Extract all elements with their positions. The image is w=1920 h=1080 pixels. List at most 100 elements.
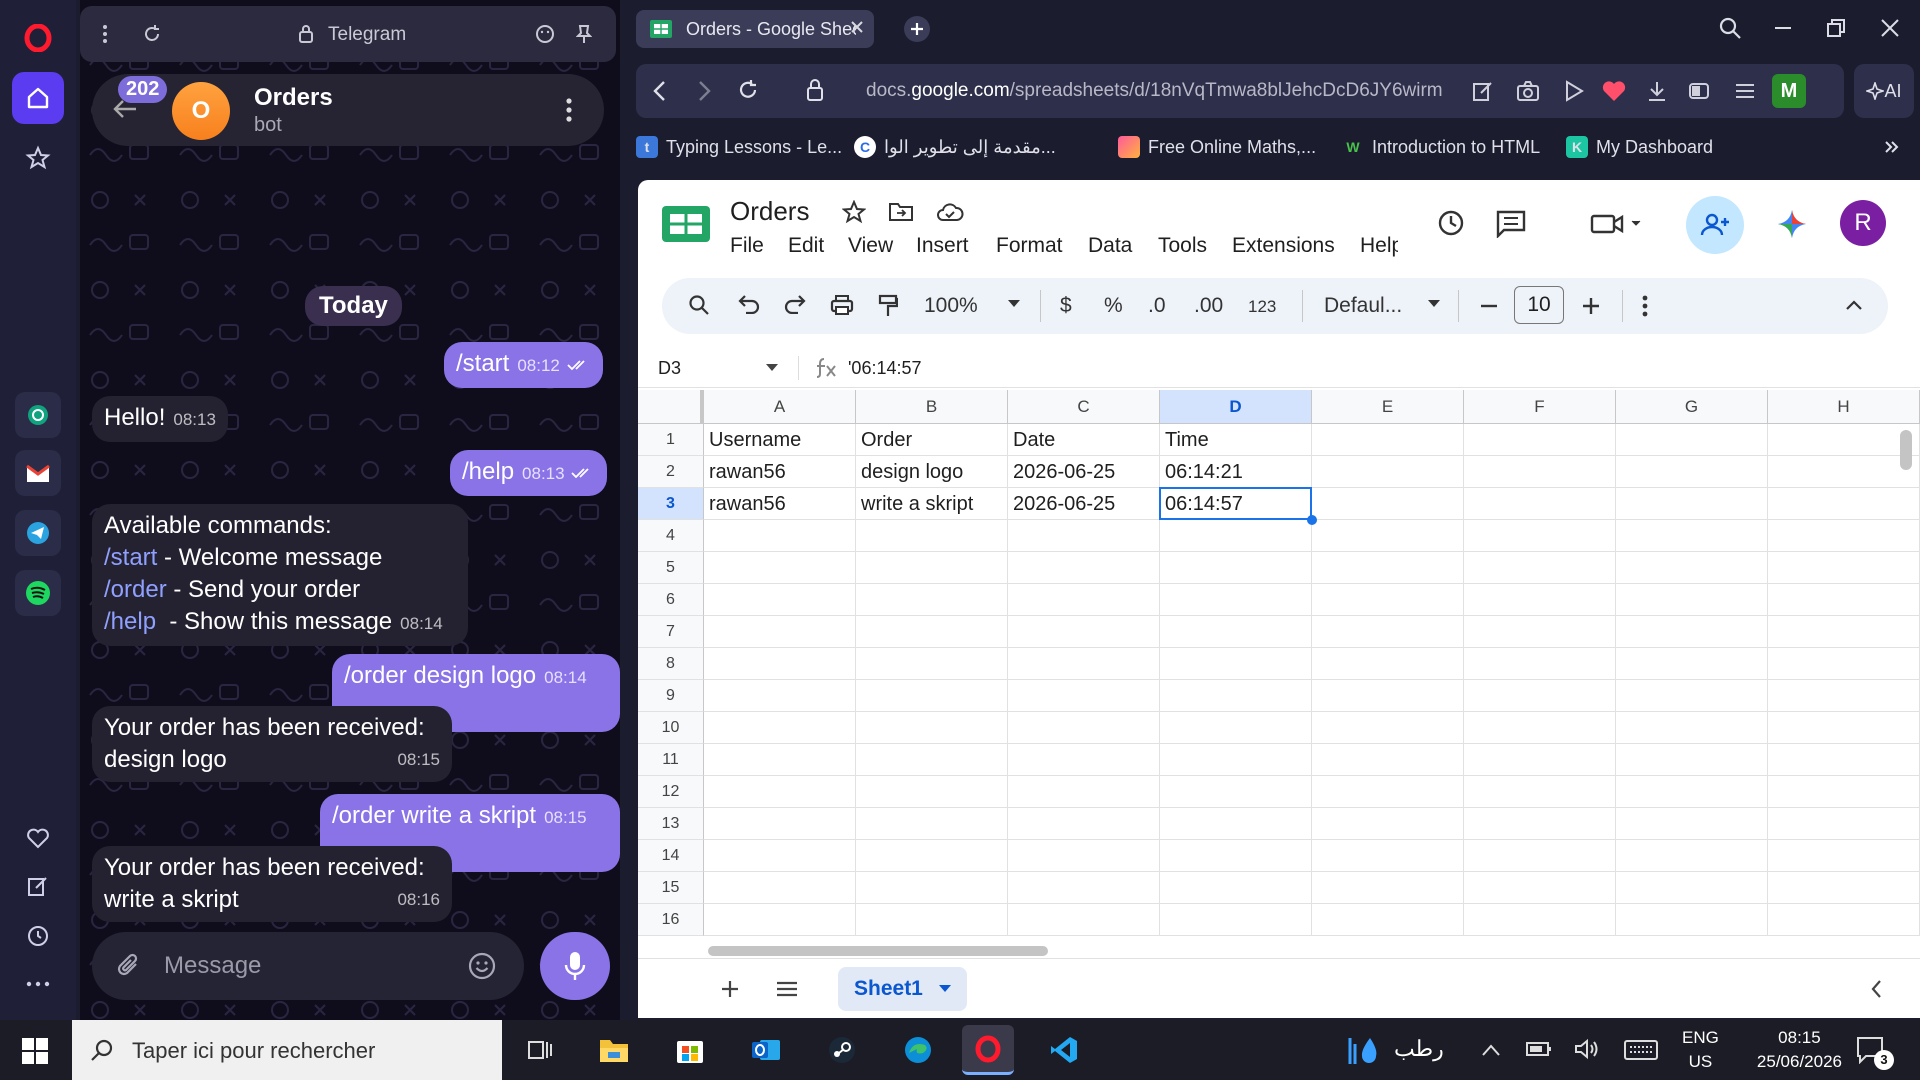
row-header[interactable]: 13 bbox=[638, 808, 704, 840]
cell-b6[interactable] bbox=[856, 584, 1008, 616]
row-header[interactable]: 14 bbox=[638, 840, 704, 872]
cell-b14[interactable] bbox=[856, 840, 1008, 872]
comments-icon[interactable] bbox=[1496, 210, 1526, 238]
vertical-scrollbar[interactable] bbox=[1900, 430, 1912, 470]
row-header[interactable]: 4 bbox=[638, 520, 704, 552]
cell-f5[interactable] bbox=[1464, 552, 1616, 584]
download-icon[interactable] bbox=[1646, 80, 1668, 102]
font-dropdown-icon[interactable] bbox=[1428, 300, 1440, 308]
menu-format[interactable]: Format bbox=[996, 234, 1063, 258]
avatar[interactable]: O bbox=[172, 82, 230, 140]
message-outgoing[interactable]: /help 08:13 bbox=[450, 450, 608, 496]
cell-d16[interactable] bbox=[1160, 904, 1312, 936]
attach-icon[interactable] bbox=[116, 952, 142, 980]
row-header[interactable]: 3 bbox=[638, 488, 704, 520]
forward-icon[interactable] bbox=[698, 80, 712, 102]
play-icon[interactable] bbox=[1564, 80, 1584, 102]
column-header-f[interactable]: F bbox=[1464, 390, 1616, 424]
cell-c15[interactable] bbox=[1008, 872, 1160, 904]
cell-d7[interactable] bbox=[1160, 616, 1312, 648]
cell-f12[interactable] bbox=[1464, 776, 1616, 808]
cell-e2[interactable] bbox=[1312, 456, 1464, 488]
cell-c14[interactable] bbox=[1008, 840, 1160, 872]
cell-a3[interactable]: rawan56 bbox=[704, 488, 856, 520]
hidden-icons-chevron-icon[interactable] bbox=[1482, 1044, 1500, 1056]
url-text[interactable]: docs.google.com/spreadsheets/d/18nVqTmwa… bbox=[866, 80, 1443, 102]
cell-g4[interactable] bbox=[1616, 520, 1768, 552]
cell-h6[interactable] bbox=[1768, 584, 1920, 616]
close-window-icon[interactable] bbox=[1880, 18, 1900, 38]
cell-h12[interactable] bbox=[1768, 776, 1920, 808]
cell-a14[interactable] bbox=[704, 840, 856, 872]
menu-data[interactable]: Data bbox=[1088, 234, 1132, 258]
cell-h7[interactable] bbox=[1768, 616, 1920, 648]
cell-c2[interactable]: 2026-06-25 bbox=[1008, 456, 1160, 488]
cell-e12[interactable] bbox=[1312, 776, 1464, 808]
search-menus-icon[interactable] bbox=[688, 294, 710, 316]
cell-a6[interactable] bbox=[704, 584, 856, 616]
cell-f10[interactable] bbox=[1464, 712, 1616, 744]
cell-a12[interactable] bbox=[704, 776, 856, 808]
new-tab-icon[interactable] bbox=[904, 16, 930, 42]
cell-a5[interactable] bbox=[704, 552, 856, 584]
cell-h9[interactable] bbox=[1768, 680, 1920, 712]
cell-g16[interactable] bbox=[1616, 904, 1768, 936]
heart-icon[interactable] bbox=[12, 812, 64, 864]
cell-f2[interactable] bbox=[1464, 456, 1616, 488]
menu-file[interactable]: File bbox=[730, 234, 764, 258]
cell-g13[interactable] bbox=[1616, 808, 1768, 840]
gemini-icon[interactable] bbox=[1776, 208, 1808, 240]
emoji-status-icon[interactable] bbox=[535, 24, 555, 44]
menu-view[interactable]: View bbox=[848, 234, 893, 258]
opera-taskbar-icon[interactable] bbox=[962, 1025, 1014, 1075]
version-history-icon[interactable] bbox=[1436, 208, 1466, 238]
column-header-e[interactable]: E bbox=[1312, 390, 1464, 424]
cell-c16[interactable] bbox=[1008, 904, 1160, 936]
move-folder-icon[interactable] bbox=[888, 202, 914, 222]
cell-h10[interactable] bbox=[1768, 712, 1920, 744]
cell-e3[interactable] bbox=[1312, 488, 1464, 520]
name-box-dropdown-icon[interactable] bbox=[766, 364, 778, 372]
battery-icon[interactable] bbox=[1526, 1040, 1552, 1058]
cell-g6[interactable] bbox=[1616, 584, 1768, 616]
cell-c6[interactable] bbox=[1008, 584, 1160, 616]
chat-header[interactable]: 202 O Orders bot bbox=[92, 74, 604, 146]
row-header[interactable]: 6 bbox=[638, 584, 704, 616]
cell-g8[interactable] bbox=[1616, 648, 1768, 680]
cell-a15[interactable] bbox=[704, 872, 856, 904]
cell-c4[interactable] bbox=[1008, 520, 1160, 552]
bookmark-item[interactable]: K My Dashboard bbox=[1566, 136, 1713, 158]
voice-record-button[interactable] bbox=[540, 932, 610, 1000]
font-size-input[interactable]: 10 bbox=[1514, 286, 1564, 324]
cell-f14[interactable] bbox=[1464, 840, 1616, 872]
cell-d11[interactable] bbox=[1160, 744, 1312, 776]
minimize-icon[interactable] bbox=[1774, 26, 1792, 30]
cell-c7[interactable] bbox=[1008, 616, 1160, 648]
message-incoming[interactable]: Hello! 08:13 bbox=[92, 396, 228, 442]
row-header[interactable]: 12 bbox=[638, 776, 704, 808]
restore-icon[interactable] bbox=[1826, 18, 1846, 38]
row-header[interactable]: 8 bbox=[638, 648, 704, 680]
sheets-logo-icon[interactable] bbox=[662, 206, 710, 242]
favorite-heart-icon[interactable] bbox=[1602, 80, 1626, 102]
cell-a9[interactable] bbox=[704, 680, 856, 712]
cell-g11[interactable] bbox=[1616, 744, 1768, 776]
more-tools-icon[interactable] bbox=[1642, 295, 1648, 317]
menu-help[interactable]: Help bbox=[1360, 234, 1398, 258]
row-header[interactable]: 5 bbox=[638, 552, 704, 584]
name-box[interactable]: D3 bbox=[658, 358, 681, 379]
increase-decimal-button[interactable]: .00 bbox=[1194, 294, 1223, 318]
address-bar[interactable]: docs.google.com/spreadsheets/d/18nVqTmwa… bbox=[636, 64, 1844, 118]
user-avatar[interactable]: R bbox=[1840, 200, 1886, 246]
cell-b16[interactable] bbox=[856, 904, 1008, 936]
cell-h5[interactable] bbox=[1768, 552, 1920, 584]
message-outgoing[interactable]: /start 08:12 bbox=[444, 342, 603, 388]
row-header[interactable]: 15 bbox=[638, 872, 704, 904]
document-title[interactable]: Orders bbox=[730, 196, 809, 227]
taskbar-search[interactable]: Taper ici pour rechercher bbox=[72, 1020, 502, 1080]
outlook-icon[interactable] bbox=[746, 1030, 786, 1070]
cell-c11[interactable] bbox=[1008, 744, 1160, 776]
steam-icon[interactable] bbox=[822, 1030, 862, 1070]
collapse-toolbar-icon[interactable] bbox=[1846, 300, 1862, 310]
cell-a1[interactable]: Username bbox=[704, 424, 856, 456]
